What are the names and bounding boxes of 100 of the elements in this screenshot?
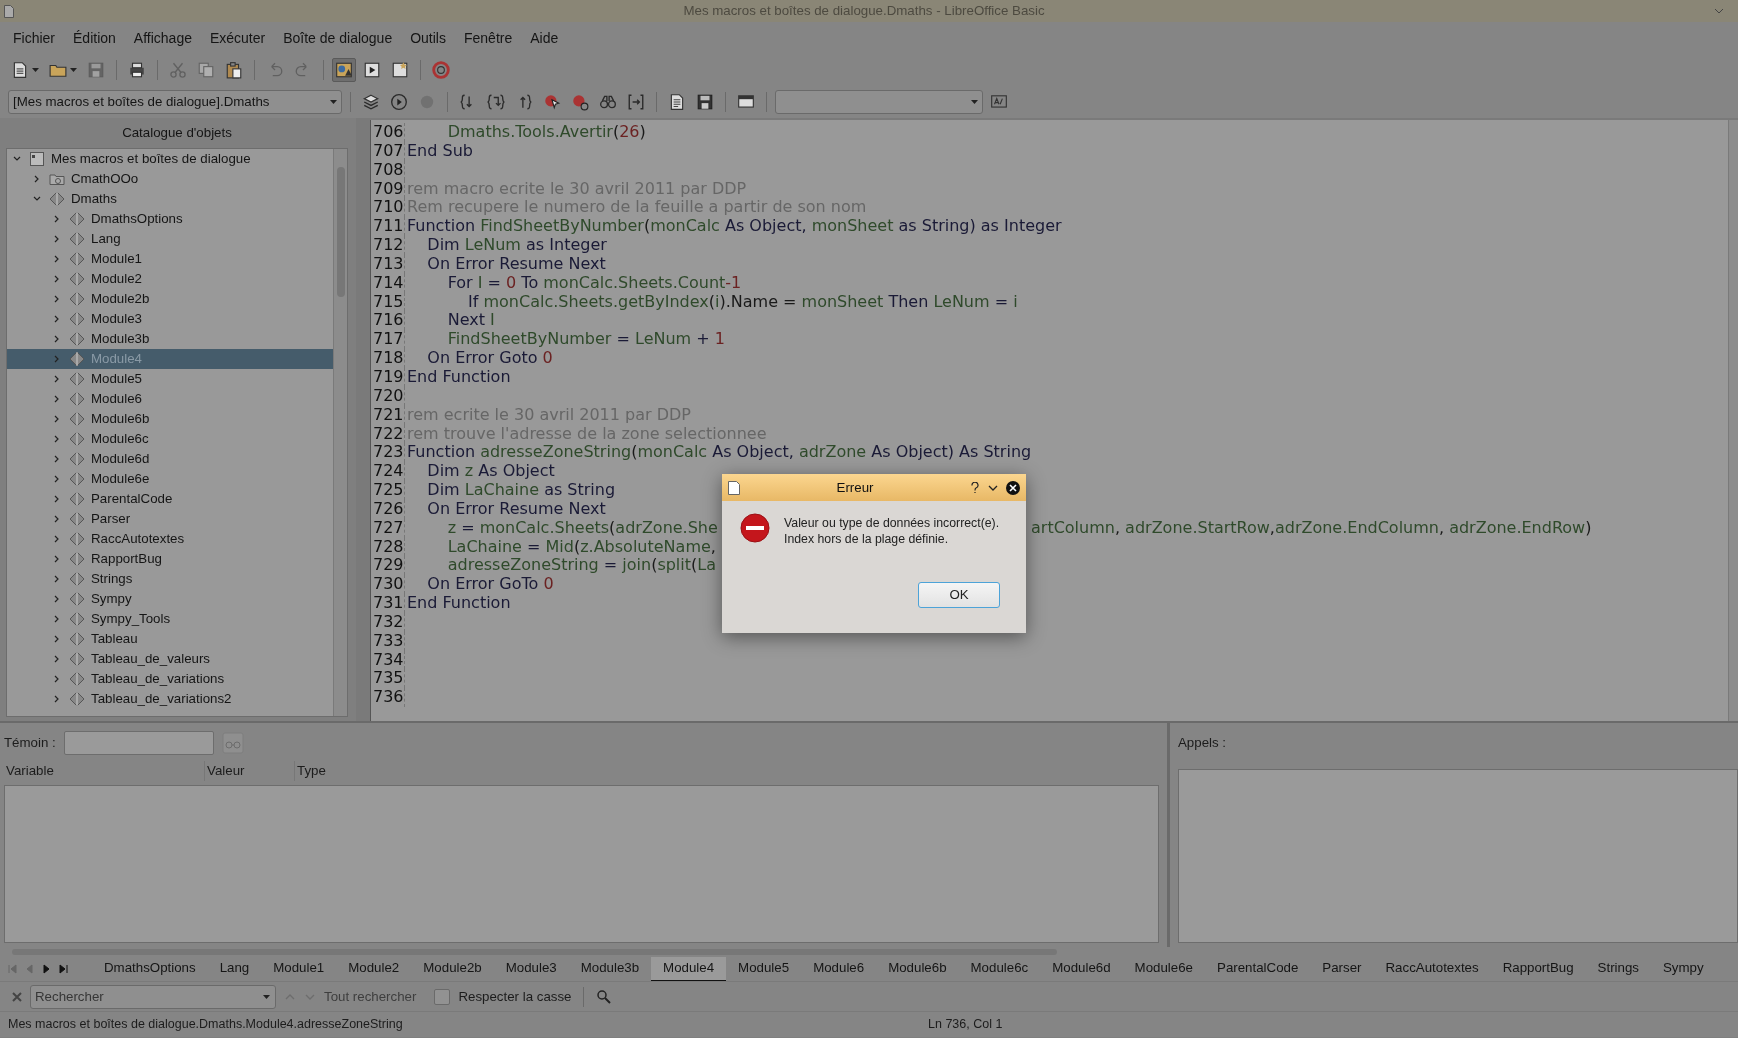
chevron-right-icon[interactable] xyxy=(53,635,61,643)
ok-button[interactable]: OK xyxy=(918,582,1000,608)
minimize-icon[interactable] xyxy=(1714,7,1724,15)
module-tab[interactable]: DmathsOptions xyxy=(92,956,208,982)
tree-item[interactable]: Tableau_de_valeurs xyxy=(7,649,333,669)
code-editor[interactable] xyxy=(370,120,1738,721)
chevron-right-icon[interactable] xyxy=(53,255,61,263)
tree-item[interactable]: Sympy_Tools xyxy=(7,609,333,629)
module-tab[interactable]: Sympy xyxy=(1651,956,1716,982)
chevron-right-icon[interactable] xyxy=(53,575,61,583)
chevron-right-icon[interactable] xyxy=(53,235,61,243)
tree-item[interactable]: Lang xyxy=(7,229,333,249)
module-tab[interactable]: Module1 xyxy=(261,956,337,982)
chevron-right-icon[interactable] xyxy=(53,295,61,303)
library-dropdown[interactable]: [Mes macros et boîtes de dialogue].Dmaths xyxy=(8,90,342,114)
chevron-right-icon[interactable] xyxy=(53,595,61,603)
close-icon[interactable] xyxy=(1006,480,1020,495)
scrollbar[interactable] xyxy=(333,149,347,716)
tree-item[interactable]: ParentalCode xyxy=(7,489,333,509)
module-tab[interactable]: Module4 xyxy=(651,956,727,982)
chevron-down-icon[interactable] xyxy=(13,155,21,163)
chevron-right-icon[interactable] xyxy=(53,515,61,523)
chevron-down-icon[interactable] xyxy=(971,99,978,105)
tree-item[interactable]: Sympy xyxy=(7,589,333,609)
module-tab[interactable]: Lang xyxy=(207,956,262,982)
chevron-right-icon[interactable] xyxy=(53,455,61,463)
chevron-right-icon[interactable] xyxy=(53,555,61,563)
watch-input[interactable] xyxy=(63,731,214,755)
chevron-right-icon[interactable] xyxy=(53,315,61,323)
tree-item[interactable]: Parser xyxy=(7,509,333,529)
chevron-right-icon[interactable] xyxy=(33,175,41,183)
scrollbar[interactable] xyxy=(1728,120,1738,721)
module-tab[interactable]: Module2 xyxy=(336,956,412,982)
chevron-down-icon[interactable] xyxy=(263,994,270,1000)
tree-item[interactable]: CmathOOo xyxy=(7,169,333,189)
tree-item[interactable]: Module6b xyxy=(7,409,333,429)
tree-item[interactable]: Strings xyxy=(7,569,333,589)
tree-item[interactable]: Module3 xyxy=(7,309,333,329)
chevron-right-icon[interactable] xyxy=(53,695,61,703)
tree-item[interactable]: Mes macros et boîtes de dialogue xyxy=(7,149,333,169)
chevron-right-icon[interactable] xyxy=(53,655,61,663)
menu-item[interactable]: Aide xyxy=(521,25,568,51)
module-tab[interactable]: Module6c xyxy=(958,956,1041,982)
help-icon[interactable] xyxy=(970,481,980,494)
module-tab[interactable]: RaccAutotextes xyxy=(1373,956,1491,982)
tree-item[interactable]: RaccAutotextes xyxy=(7,529,333,549)
chevron-right-icon[interactable] xyxy=(53,495,61,503)
module-tab[interactable]: ParentalCode xyxy=(1205,956,1311,982)
chevron-right-icon[interactable] xyxy=(53,415,61,423)
tree-item[interactable]: Module6d xyxy=(7,449,333,469)
tree-item[interactable]: Module6 xyxy=(7,389,333,409)
chevron-right-icon[interactable] xyxy=(53,215,61,223)
shapes-icon[interactable] xyxy=(332,58,356,82)
tree-item[interactable]: Module5 xyxy=(7,369,333,389)
scrollbar[interactable] xyxy=(0,947,1738,957)
chevron-down-icon[interactable] xyxy=(33,195,41,203)
menu-item[interactable]: Fenêtre xyxy=(455,25,522,51)
menu-item[interactable]: Édition xyxy=(64,25,125,51)
module-tab[interactable]: Module6 xyxy=(801,956,877,982)
checkbox-label[interactable]: Respecter la casse xyxy=(458,986,572,1007)
lifebuoy-icon[interactable] xyxy=(429,58,453,82)
chevron-right-icon[interactable] xyxy=(53,475,61,483)
column-header[interactable]: Type xyxy=(294,761,494,781)
tree-item[interactable]: Dmaths xyxy=(7,189,333,209)
tree-item[interactable]: Module6c xyxy=(7,429,333,449)
chevron-right-icon[interactable] xyxy=(53,335,61,343)
tree-item[interactable]: Module2b xyxy=(7,289,333,309)
module-tab[interactable]: Module3b xyxy=(568,956,652,982)
tree-item[interactable]: Module1 xyxy=(7,249,333,269)
checkbox[interactable] xyxy=(434,988,451,1005)
tree-item[interactable]: RapportBug xyxy=(7,549,333,569)
module-tab[interactable]: Module6b xyxy=(876,956,959,982)
last-icon[interactable] xyxy=(59,964,68,974)
module-tab[interactable]: Module6e xyxy=(1122,956,1205,982)
module-tab[interactable]: Parser xyxy=(1310,956,1374,982)
tree-item[interactable]: Module3b xyxy=(7,329,333,349)
menu-item[interactable]: Exécuter xyxy=(200,25,275,51)
menu-item[interactable]: Boîte de dialogue xyxy=(274,25,402,51)
module-tab[interactable]: Module3 xyxy=(493,956,569,982)
tree-item[interactable]: Tableau xyxy=(7,629,333,649)
module-tab[interactable]: Module2b xyxy=(411,956,494,982)
search-field[interactable]: Rechercher xyxy=(30,984,276,1009)
next-icon[interactable] xyxy=(42,964,51,974)
chevron-right-icon[interactable] xyxy=(53,535,61,543)
module-tab[interactable]: RapportBug xyxy=(1490,956,1586,982)
column-header[interactable]: Valeur xyxy=(204,761,294,781)
chevron-down-icon[interactable] xyxy=(988,483,998,492)
menu-item[interactable]: Fichier xyxy=(4,25,64,51)
chevron-right-icon[interactable] xyxy=(53,375,61,383)
tree-item[interactable]: Module2 xyxy=(7,269,333,289)
module-tab[interactable]: Module5 xyxy=(726,956,802,982)
tree-item[interactable]: DmathsOptions xyxy=(7,209,333,229)
chevron-right-icon[interactable] xyxy=(53,395,61,403)
tree-item[interactable]: Module6e xyxy=(7,469,333,489)
menu-item[interactable]: Outils xyxy=(401,25,455,51)
chevron-right-icon[interactable] xyxy=(53,675,61,683)
module-tab[interactable]: Strings xyxy=(1585,956,1651,982)
chevron-right-icon[interactable] xyxy=(53,435,61,443)
tree-item[interactable]: Tableau_de_variations2 xyxy=(7,689,333,709)
column-header[interactable]: Variable xyxy=(4,761,204,781)
